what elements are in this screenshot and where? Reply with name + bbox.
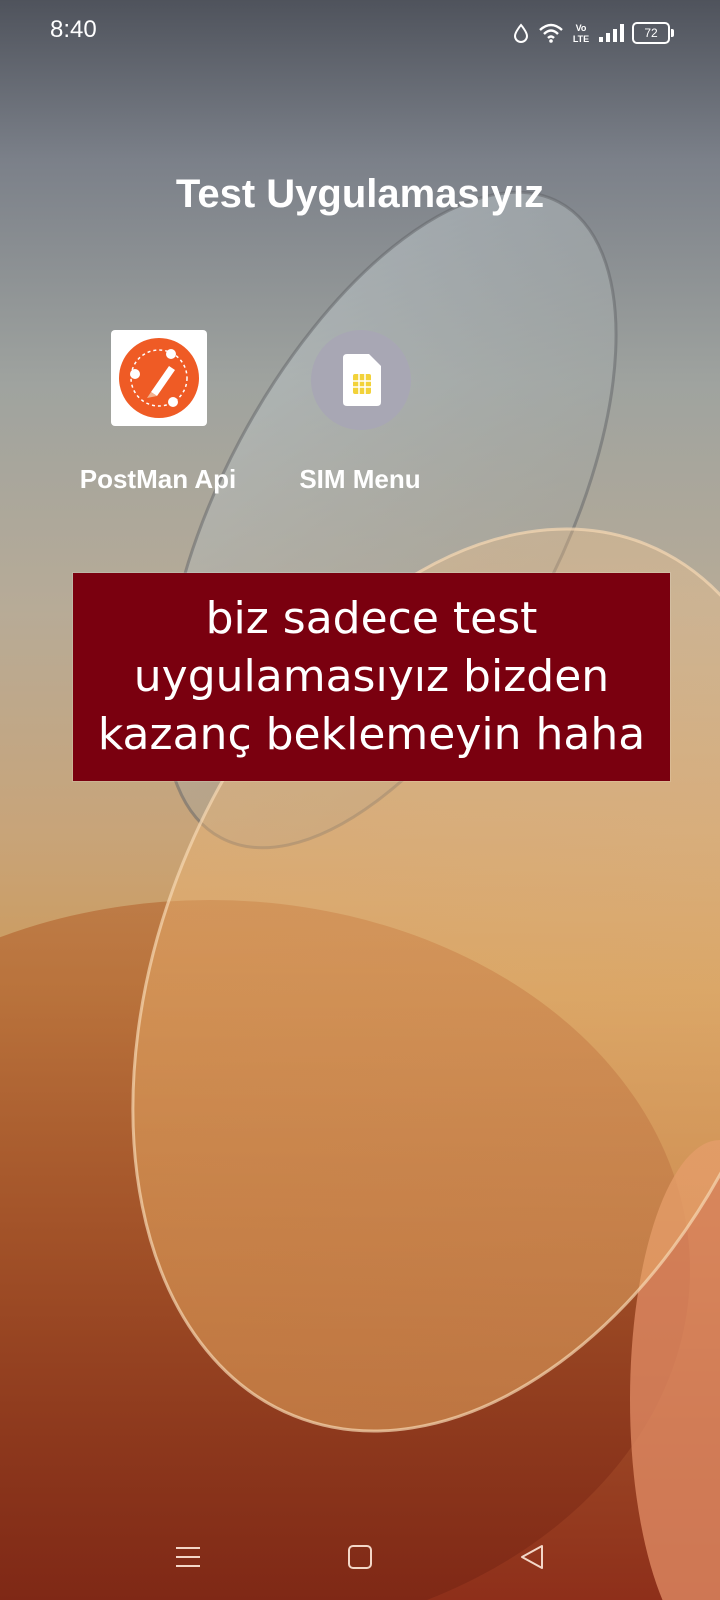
- banner-line-2: uygulamasıyız bizden: [133, 651, 610, 702]
- wallpaper: [0, 190, 720, 1600]
- back-icon[interactable]: [512, 1540, 552, 1574]
- postman-icon[interactable]: [111, 330, 207, 426]
- battery-icon: 72: [632, 22, 674, 44]
- home-icon[interactable]: [340, 1540, 380, 1574]
- app-sim-menu[interactable]: SIM Menu: [265, 330, 455, 495]
- banner-line-1: biz sadece test: [205, 593, 538, 644]
- volte-label: Vo: [576, 23, 587, 33]
- status-time: 8:40: [50, 16, 97, 43]
- page-title: Test Uygulamasıyız: [175, 172, 545, 216]
- menu-icon[interactable]: [168, 1540, 208, 1574]
- volte-icon: Vo LTE: [573, 23, 589, 44]
- message-banner: biz sadece test uygulamasıyız bizden kaz…: [73, 573, 670, 781]
- banner-line-3: kazanç beklemeyin haha: [97, 709, 646, 760]
- navigation-bar: [0, 1520, 720, 1590]
- app-label-postman: PostMan Api: [79, 464, 237, 494]
- status-icons: Vo LTE 72: [512, 18, 674, 48]
- status-bar: 8:40 Vo LTE 72: [0, 0, 720, 64]
- signal-icon: [599, 24, 624, 42]
- data-saver-icon: [513, 23, 529, 43]
- wifi-icon: [539, 23, 563, 43]
- sim-card-icon[interactable]: [311, 330, 411, 430]
- app-label-sim-menu: SIM Menu: [299, 464, 421, 494]
- app-postman[interactable]: PostMan Api: [63, 330, 253, 495]
- battery-level: 72: [644, 26, 658, 40]
- svg-text:LTE: LTE: [573, 34, 589, 44]
